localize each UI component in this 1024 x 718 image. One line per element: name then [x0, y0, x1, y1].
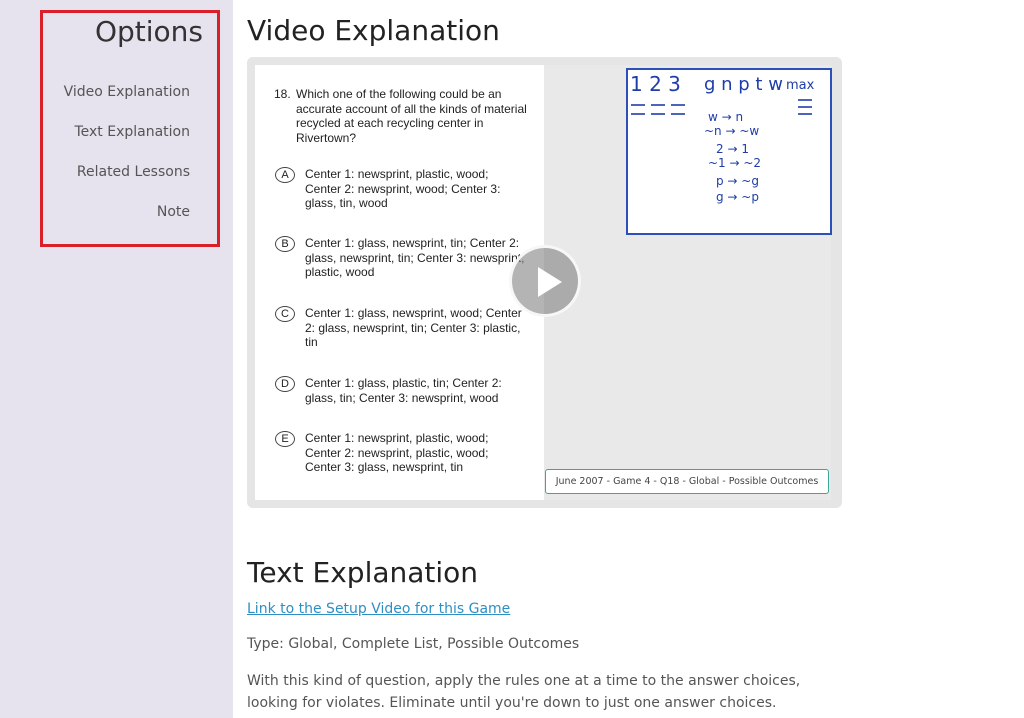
video-caption: June 2007 - Game 4 - Q18 - Global - Poss…	[545, 469, 829, 494]
play-icon	[538, 267, 562, 297]
whiteboard-rule-5: p → ~g	[716, 174, 759, 188]
sidebar: Options Video Explanation Text Explanati…	[0, 0, 233, 718]
question-text: Which one of the following could be an a…	[296, 87, 527, 145]
whiteboard-diagram: 1 2 3 g n p t w max w → n ~n → ~w 2 → 1 …	[626, 68, 832, 235]
whiteboard-rule-6: g → ~p	[716, 190, 759, 204]
choice-text-b: Center 1: glass, newsprint, tin; Center …	[305, 236, 525, 279]
sidebar-item-text-explanation[interactable]: Text Explanation	[74, 124, 190, 140]
video-section-title: Video Explanation	[247, 14, 500, 47]
choice-text-c: Center 1: glass, newsprint, wood; Center…	[305, 306, 522, 349]
choice-letter-c: C	[275, 306, 295, 322]
choice-letter-e: E	[275, 431, 295, 447]
choice-text-d: Center 1: glass, plastic, tin; Center 2:…	[305, 376, 502, 405]
sidebar-title: Options	[94, 15, 203, 48]
sidebar-item-video-explanation[interactable]: Video Explanation	[64, 84, 190, 100]
explanation-paragraph: With this kind of question, apply the ru…	[247, 673, 801, 711]
video-player[interactable]: 18. Which one of the following could be …	[247, 57, 842, 508]
whiteboard-header-max: max	[786, 78, 815, 93]
sidebar-item-related-lessons[interactable]: Related Lessons	[77, 164, 190, 180]
sidebar-item-note[interactable]: Note	[157, 204, 190, 220]
choice-letter-d: D	[275, 376, 295, 392]
whiteboard-rule-3: 2 → 1	[716, 142, 749, 156]
play-button[interactable]	[509, 245, 581, 317]
choice-letter-b: B	[275, 236, 295, 252]
choice-letter-a: A	[275, 167, 295, 183]
setup-video-link[interactable]: Link to the Setup Video for this Game	[247, 601, 510, 617]
question-number: 18.	[274, 87, 291, 101]
choice-text-a: Center 1: newsprint, plastic, wood; Cent…	[305, 167, 501, 210]
whiteboard-rule-2: ~n → ~w	[704, 124, 760, 138]
question-page: 18. Which one of the following could be …	[255, 65, 544, 500]
whiteboard-header-numbers: 1 2 3	[630, 72, 681, 96]
whiteboard-rule-4: ~1 → ~2	[708, 156, 762, 170]
text-section-title: Text Explanation	[247, 556, 479, 589]
whiteboard-header-letters: g n p t w	[704, 74, 783, 95]
video-frame[interactable]: 18. Which one of the following could be …	[255, 65, 832, 500]
question-type-line: Type: Global, Complete List, Possible Ou…	[247, 636, 580, 652]
choice-text-e: Center 1: newsprint, plastic, wood; Cent…	[305, 431, 489, 474]
whiteboard-rule-1: w → n	[708, 110, 744, 124]
